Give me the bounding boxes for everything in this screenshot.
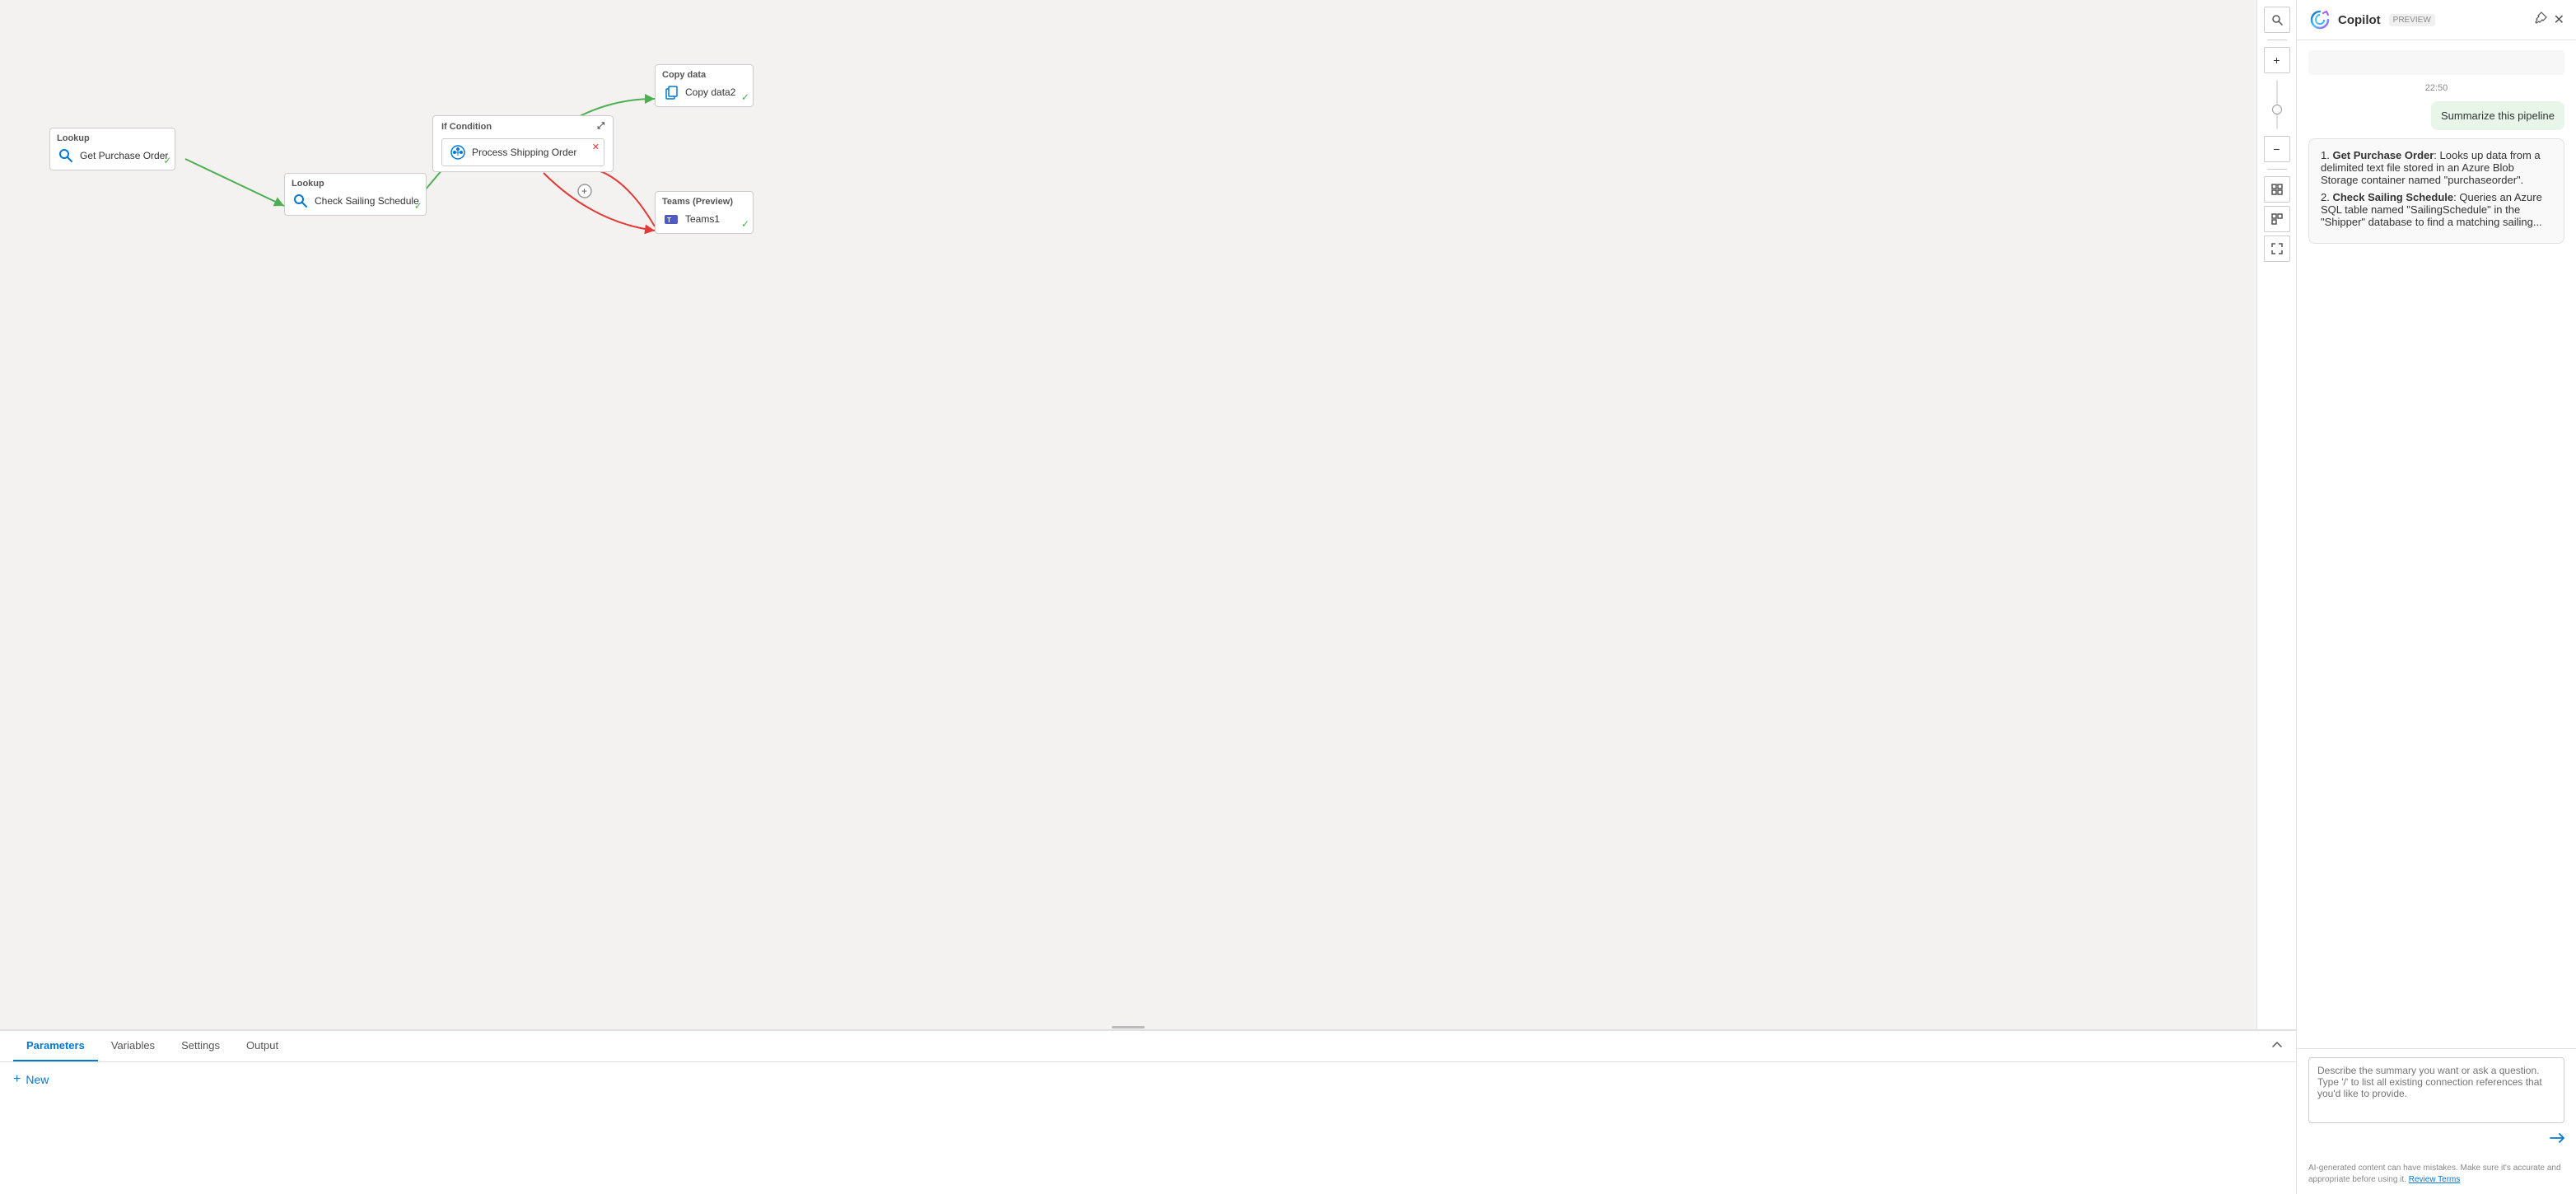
copilot-title: Copilot (2338, 13, 2381, 27)
previous-messages-placeholder (2308, 50, 2564, 75)
if-expand-icon[interactable]: ⤢ (597, 121, 604, 132)
copilot-header-actions: ✕ (2534, 12, 2564, 29)
tab-output[interactable]: Output (233, 1031, 292, 1061)
if-condition-title: If Condition (441, 122, 492, 132)
bottom-panel: Parameters Variables Settings Output + N… (0, 1029, 2296, 1194)
node-get-purchase-label: Get Purchase Order (80, 150, 168, 161)
copy-data-header: Copy data (662, 70, 746, 80)
teams-label: Teams1 (685, 213, 720, 225)
group-btn[interactable] (2264, 206, 2290, 232)
response-num-1: 1. (2321, 149, 2332, 161)
expand-btn[interactable] (2264, 236, 2290, 262)
tab-settings[interactable]: Settings (168, 1031, 233, 1061)
search-toolbar-btn[interactable] (2264, 7, 2290, 33)
tab-variables[interactable]: Variables (98, 1031, 168, 1061)
process-shipping-icon (449, 143, 467, 161)
svg-text:T: T (667, 217, 671, 224)
bottom-panel-content: + New (0, 1062, 2296, 1097)
zoom-out-btn[interactable]: − (2264, 136, 2290, 162)
zoom-track (2276, 80, 2278, 129)
response-title-2: Check Sailing Schedule (2332, 191, 2453, 203)
zoom-in-btn[interactable]: + (2264, 47, 2290, 73)
teams-check-icon: ✓ (741, 218, 749, 230)
node-check-sailing-label: Check Sailing Schedule (315, 195, 419, 207)
copilot-send-btn[interactable] (2550, 1131, 2564, 1150)
process-shipping-label: Process Shipping Order (472, 147, 576, 158)
node-check-sailing-header: Lookup (292, 179, 419, 189)
lookup-icon-check-sailing (292, 192, 310, 210)
copy-data-check-icon: ✓ (741, 91, 749, 103)
node-get-purchase-header: Lookup (57, 133, 168, 143)
copilot-response: 1. Get Purchase Order: Looks up data fro… (2308, 138, 2564, 244)
copy-data-label: Copy data2 (685, 86, 735, 98)
copilot-header: Copilot PREVIEW ✕ (2297, 0, 2576, 40)
panel-collapse-btn[interactable] (2271, 1039, 2283, 1053)
resize-handle-bar (1112, 1026, 1145, 1028)
copilot-messages-area[interactable]: 22:50 Summarize this pipeline 1. Get Pur… (2297, 40, 2576, 1048)
copilot-input-footer (2308, 1131, 2564, 1150)
tab-parameters[interactable]: Parameters (13, 1031, 98, 1061)
user-message-bubble: Summarize this pipeline (2431, 101, 2564, 130)
new-btn-label: New (26, 1073, 49, 1086)
get-purchase-check-icon: ✓ (163, 155, 171, 166)
teams-header: Teams (Preview) (662, 197, 746, 207)
zoom-thumb[interactable] (2272, 105, 2282, 114)
bottom-tabs-bar: Parameters Variables Settings Output (0, 1031, 2296, 1062)
check-sailing-check-icon: ✓ (414, 200, 422, 212)
if-condition-header: If Condition ⤢ (441, 121, 604, 132)
message-timestamp: 22:50 (2308, 83, 2564, 93)
response-num-2: 2. (2321, 191, 2332, 203)
fit-screen-btn[interactable] (2264, 176, 2290, 203)
copilot-logo-icon (2308, 8, 2331, 31)
copilot-preview-badge: PREVIEW (2389, 14, 2435, 26)
svg-text:+: + (581, 185, 587, 197)
review-terms-link[interactable]: Review Terms (2409, 1175, 2461, 1184)
copy-data-icon (662, 83, 680, 101)
process-shipping-x-icon: ✕ (592, 142, 600, 152)
node-get-purchase-order[interactable]: Lookup Get Purchase Order ✓ (49, 128, 175, 170)
new-plus-icon: + (13, 1072, 21, 1087)
toolbar-divider-2 (2267, 169, 2287, 170)
copilot-panel: Copilot PREVIEW ✕ 22:50 Summarize this p… (2296, 0, 2576, 1194)
response-item-1: 1. Get Purchase Order: Looks up data fro… (2321, 149, 2552, 186)
pipeline-canvas[interactable]: + Lookup Get Purchase Order ✓ Lookup (0, 0, 2296, 1029)
copilot-disclaimer: AI-generated content can have mistakes. … (2297, 1158, 2576, 1194)
node-copy-data[interactable]: Copy data Copy data2 ✓ (655, 64, 754, 107)
new-parameter-btn[interactable]: + New (13, 1072, 49, 1087)
teams-icon: T (662, 210, 680, 228)
canvas-toolbar: + − (2256, 0, 2296, 1029)
copilot-input[interactable] (2308, 1057, 2564, 1123)
copilot-pin-btn[interactable] (2534, 12, 2547, 29)
response-title-1: Get Purchase Order (2332, 149, 2434, 161)
copilot-close-btn[interactable]: ✕ (2554, 12, 2564, 29)
panel-resize-handle[interactable] (0, 1024, 2256, 1029)
copilot-input-area (2297, 1048, 2576, 1158)
response-item-2: 2. Check Sailing Schedule: Queries an Az… (2321, 191, 2552, 228)
if-condition-container[interactable]: If Condition ⤢ Process Shipping Order (432, 115, 614, 172)
node-teams[interactable]: Teams (Preview) T Teams1 ✓ (655, 191, 754, 234)
lookup-icon-get-purchase (57, 147, 75, 165)
connection-lines: + (0, 0, 2296, 1029)
node-check-sailing-schedule[interactable]: Lookup Check Sailing Schedule ✓ (284, 173, 427, 216)
